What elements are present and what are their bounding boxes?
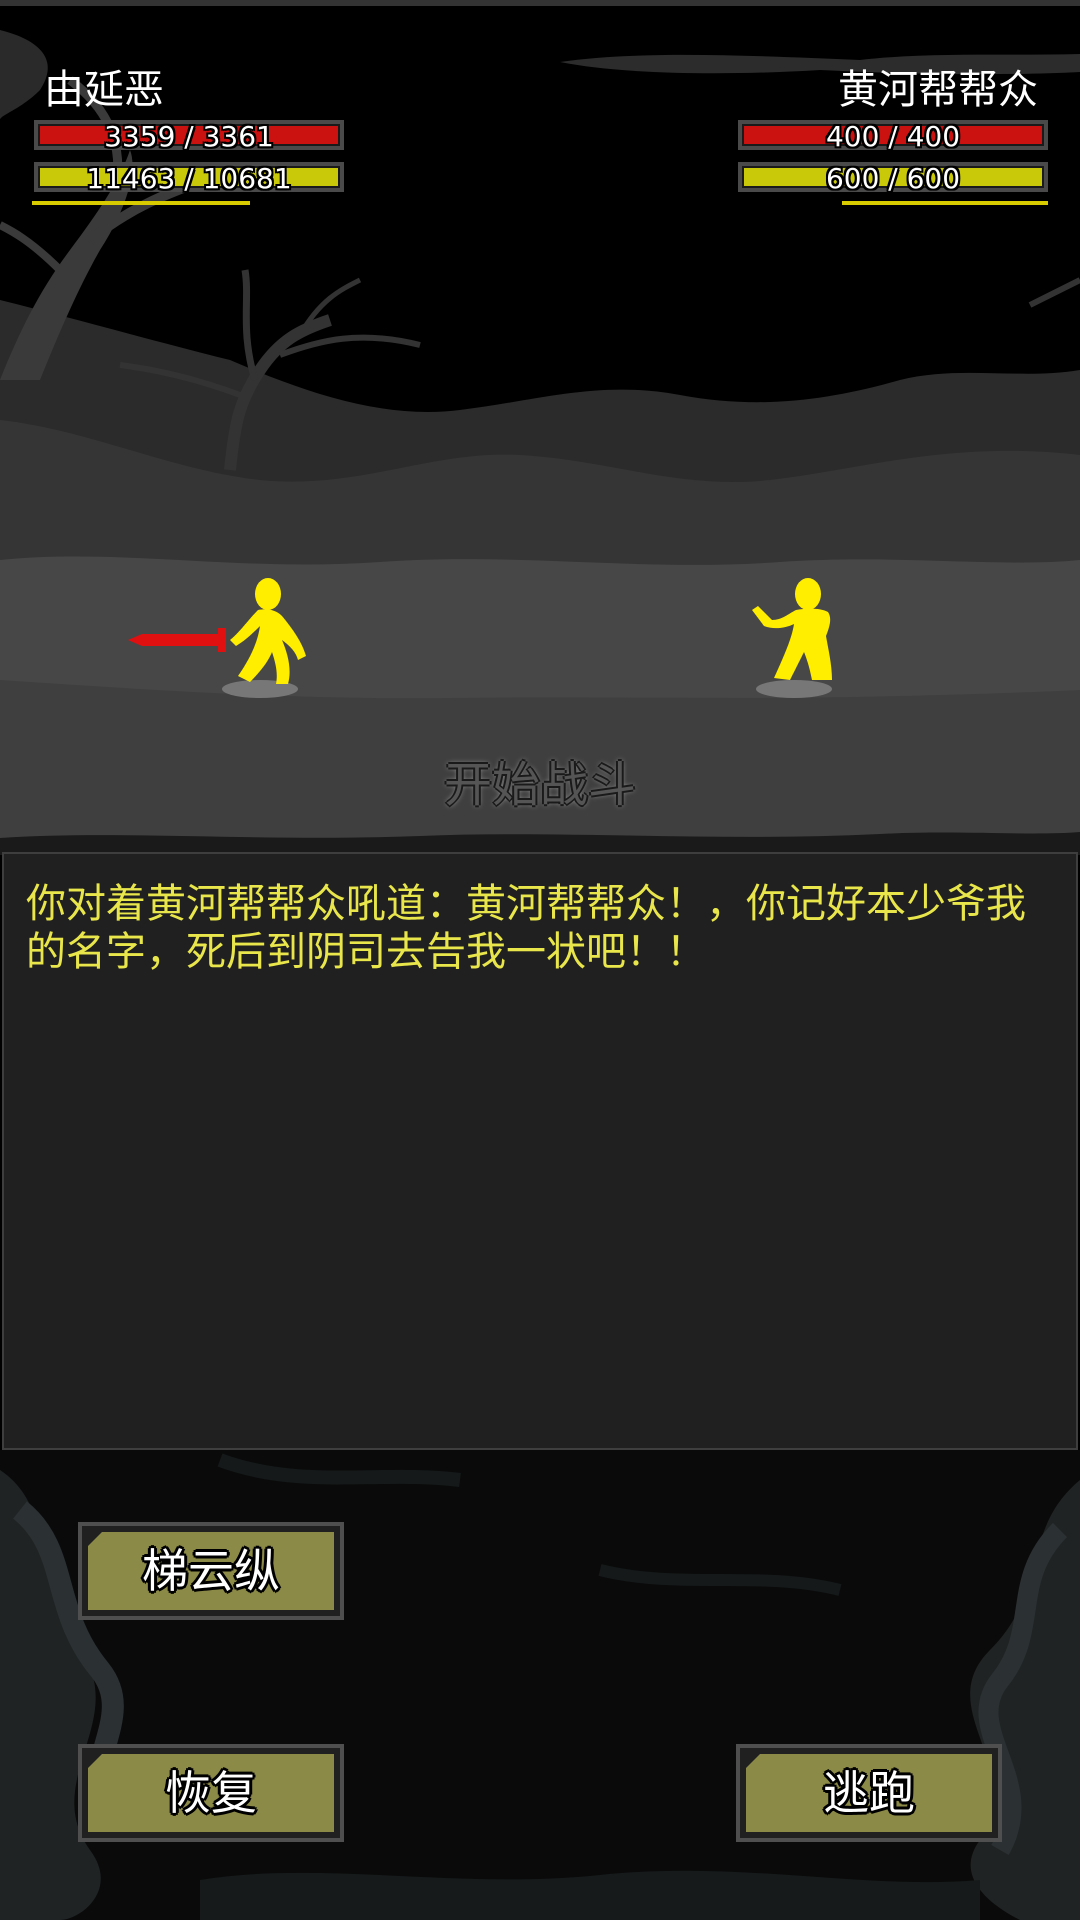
player-turn-gauge xyxy=(32,201,250,205)
recover-button-label: 恢复 xyxy=(165,1766,257,1820)
enemy-hp-bar: 400 / 400 xyxy=(738,120,1048,153)
log-line: 你对着黄河帮帮众吼道：黄河帮帮众！，你记好本少爷我的名字，死后到阴司去告我一状吧… xyxy=(26,881,1026,975)
battle-log: 你对着黄河帮帮众吼道：黄河帮帮众！，你记好本少爷我的名字，死后到阴司去告我一状吧… xyxy=(2,852,1078,1450)
sword-icon xyxy=(128,634,222,646)
enemy-turn-gauge xyxy=(842,201,1048,205)
enemy-mp-bar: 600 / 600 xyxy=(738,162,1048,195)
enemy-figure xyxy=(752,578,832,680)
player-name: 由延恶 xyxy=(44,67,164,113)
skill-button-tiyunzong[interactable]: 梯云纵 xyxy=(78,1522,344,1620)
recover-button[interactable]: 恢复 xyxy=(78,1744,344,1842)
player-figure xyxy=(128,578,306,684)
enemy-name: 黄河帮帮众 xyxy=(838,67,1038,113)
flee-button-label: 逃跑 xyxy=(823,1766,915,1820)
flee-button[interactable]: 逃跑 xyxy=(736,1744,1002,1842)
player-mp-bar: 11463 / 10681 xyxy=(34,162,344,195)
action-panel-background xyxy=(0,1450,1080,1920)
enemy-mp-text: 600 / 600 xyxy=(825,162,961,195)
action-panel: 梯云纵 恢复 逃跑 xyxy=(0,1450,1080,1920)
player-hp-bar: 3359 / 3361 xyxy=(34,120,344,153)
enemy-hp-text: 400 / 400 xyxy=(825,120,961,153)
skill-button-label: 梯云纵 xyxy=(142,1544,280,1598)
battle-status-text: 开始战斗 xyxy=(443,757,636,813)
player-hp-text: 3359 / 3361 xyxy=(104,120,274,153)
battle-stage: 由延恶 3359 / 3361 11463 / 10681 黄河帮帮众 400 … xyxy=(0,0,1080,855)
player-mp-text: 11463 / 10681 xyxy=(86,162,292,195)
